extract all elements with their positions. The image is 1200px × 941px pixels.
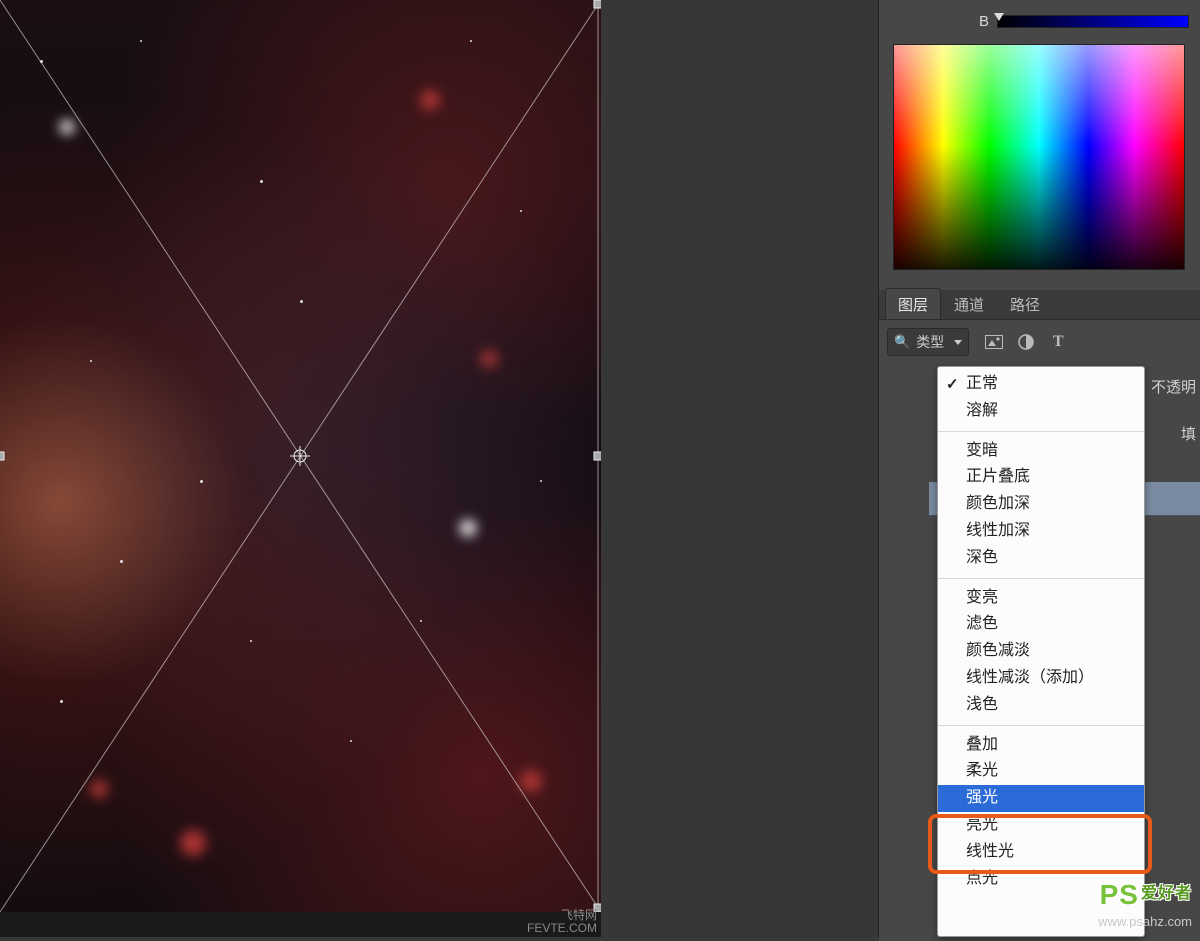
- star: [520, 770, 542, 792]
- star: [250, 640, 252, 642]
- credit-line-2: FEVTE.COM: [527, 922, 597, 935]
- blend-mode-hard-light[interactable]: 强光: [938, 785, 1144, 812]
- canvas-area[interactable]: 飞特网 FEVTE.COM: [0, 0, 601, 937]
- layer-filter-row: 🔍 类型 T: [879, 320, 1200, 362]
- layer-filter-select[interactable]: 🔍 类型: [887, 328, 969, 356]
- star: [520, 210, 522, 212]
- blend-mode-linear-dodge[interactable]: 线性减淡（添加）: [938, 665, 1144, 692]
- blend-mode-darker-color[interactable]: 深色: [938, 545, 1144, 572]
- slider-thumb[interactable]: [994, 13, 1004, 21]
- menu-separator: [938, 578, 1144, 579]
- star: [40, 60, 43, 63]
- layer-opacity-labels: 不透明 填: [1151, 376, 1196, 444]
- opacity-label: 不透明: [1151, 376, 1196, 397]
- search-icon: 🔍: [894, 334, 910, 350]
- blend-mode-overlay[interactable]: 叠加: [938, 732, 1144, 759]
- workspace-background: [601, 0, 878, 937]
- canvas-image: [0, 0, 601, 912]
- menu-separator: [938, 725, 1144, 726]
- star: [460, 520, 476, 536]
- panel-tabs: 图层 通道 路径: [879, 290, 1200, 320]
- star: [180, 830, 206, 856]
- canvas-footer: 飞特网 FEVTE.COM: [0, 912, 601, 937]
- star: [350, 740, 352, 742]
- blend-mode-linear-burn[interactable]: 线性加深: [938, 518, 1144, 545]
- adjustment-filter-icon[interactable]: [1017, 333, 1035, 351]
- image-filter-icon[interactable]: [985, 333, 1003, 351]
- chevron-down-icon: [954, 340, 962, 345]
- menu-separator: [938, 431, 1144, 432]
- tab-channels[interactable]: 通道: [941, 288, 997, 319]
- star: [480, 350, 498, 368]
- blend-mode-multiply[interactable]: 正片叠底: [938, 464, 1144, 491]
- blend-mode-dissolve[interactable]: 溶解: [938, 398, 1144, 425]
- star: [90, 360, 92, 362]
- star: [200, 480, 203, 483]
- star: [140, 40, 142, 42]
- blend-mode-lighter-color[interactable]: 浅色: [938, 692, 1144, 719]
- star: [60, 120, 74, 134]
- watermark-url: www.psahz.com: [1098, 914, 1192, 929]
- blend-mode-screen[interactable]: 滤色: [938, 611, 1144, 638]
- blend-mode-color-burn[interactable]: 颜色加深: [938, 491, 1144, 518]
- credit: 飞特网 FEVTE.COM: [527, 909, 597, 935]
- slider-track[interactable]: [997, 15, 1189, 28]
- credit-line-1: 飞特网: [527, 909, 597, 922]
- tab-layers[interactable]: 图层: [885, 288, 941, 319]
- star: [420, 90, 440, 110]
- blend-mode-darken[interactable]: 变暗: [938, 438, 1144, 465]
- check-icon: ✓: [946, 375, 959, 395]
- blend-mode-lighten[interactable]: 变亮: [938, 585, 1144, 612]
- star: [540, 480, 542, 482]
- star: [260, 180, 263, 183]
- star: [90, 780, 108, 798]
- star: [120, 560, 123, 563]
- b-channel-label: B: [979, 13, 989, 30]
- blend-mode-dropdown[interactable]: ✓ 正常 溶解 变暗 正片叠底 颜色加深 线性加深 深色 变亮 滤色 颜色减淡 …: [937, 366, 1145, 937]
- fill-label: 填: [1181, 423, 1196, 444]
- blend-mode-vivid-light[interactable]: 亮光: [938, 812, 1144, 839]
- color-spectrum[interactable]: [893, 44, 1185, 270]
- filter-label: 类型: [916, 332, 944, 352]
- b-channel-slider[interactable]: B: [979, 12, 1189, 30]
- text-filter-icon[interactable]: T: [1049, 333, 1067, 351]
- blend-mode-color-dodge[interactable]: 颜色减淡: [938, 638, 1144, 665]
- blend-mode-normal[interactable]: ✓ 正常: [938, 371, 1144, 398]
- tab-paths[interactable]: 路径: [997, 288, 1053, 319]
- star: [300, 300, 303, 303]
- star: [470, 40, 472, 42]
- star: [420, 620, 422, 622]
- blend-mode-soft-light[interactable]: 柔光: [938, 758, 1144, 785]
- color-panel: B: [879, 0, 1200, 290]
- blend-mode-linear-light[interactable]: 线性光: [938, 839, 1144, 866]
- watermark-logo: PS爱好者: [1100, 879, 1192, 911]
- star: [60, 700, 63, 703]
